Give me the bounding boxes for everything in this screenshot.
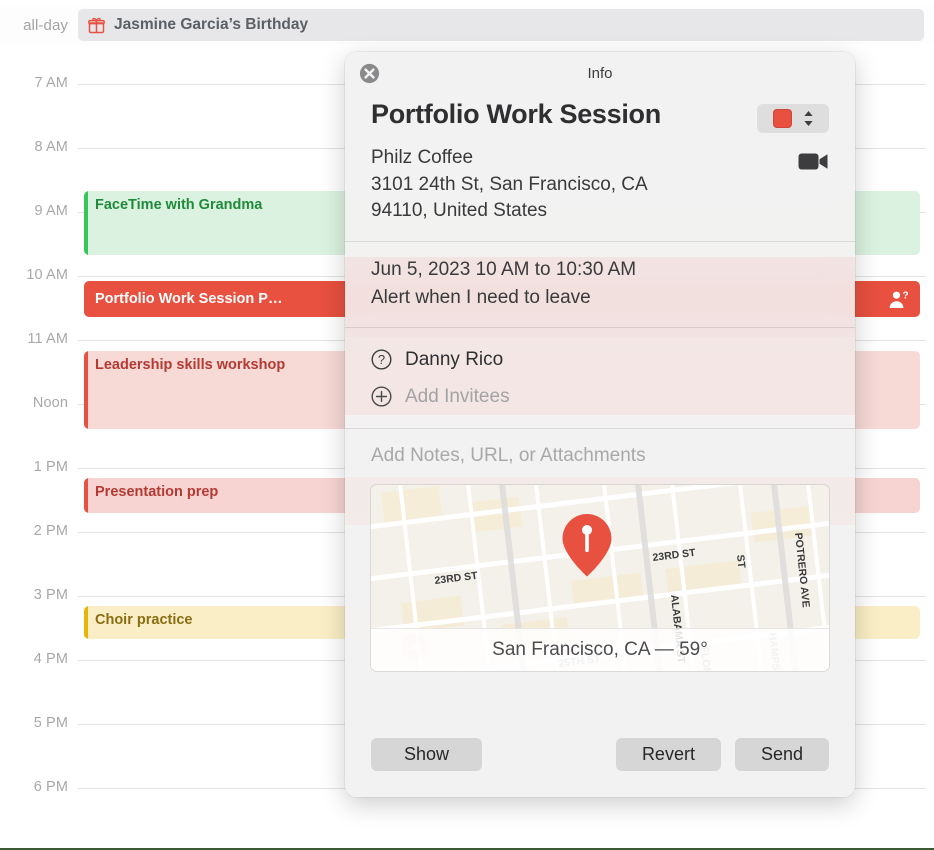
popover-when-section[interactable]: Jun 5, 2023 10 AM to 10:30 AM Alert when… (345, 242, 855, 327)
add-invitees-label: Add Invitees (405, 385, 510, 407)
calendar-color-picker[interactable] (757, 104, 829, 133)
event-title: FaceTime with Grandma (95, 197, 263, 213)
event-title: Choir practice (95, 612, 193, 628)
hour-label: 7 AM (34, 75, 68, 91)
close-icon[interactable] (359, 63, 380, 84)
popover-notes-section[interactable]: Add Notes, URL, or Attachments (345, 429, 855, 467)
send-button[interactable]: Send (734, 738, 829, 771)
plus-circle-icon (371, 386, 392, 407)
hour-row: 6 PM (0, 779, 934, 850)
hour-label: 11 AM (27, 331, 68, 347)
location-name: Philz Coffee (371, 147, 474, 168)
event-color-bar (84, 606, 88, 639)
svg-text:?: ? (378, 352, 385, 367)
calendar-color-swatch (772, 109, 792, 128)
location-address-line-2: 94110, United States (371, 200, 548, 222)
location-address-line-1: 3101 24th St, San Francisco, CA (371, 173, 648, 195)
chevron-up-down-icon (803, 111, 813, 126)
hour-label: 1 PM (33, 459, 68, 475)
popover-titlebar: Info (345, 52, 855, 94)
map-street-label: ST (734, 554, 747, 569)
event-alert: Alert when I need to leave (371, 286, 591, 308)
popover-event-title[interactable]: Portfolio Work Session (371, 98, 661, 131)
popover-location-block[interactable]: Philz Coffee 3101 24th St, San Francisco… (371, 145, 648, 225)
popover-title: Info (587, 64, 613, 82)
hour-label: 10 AM (26, 267, 68, 283)
event-date-time: Jun 5, 2023 10 AM to 10:30 AM (371, 258, 637, 280)
event-color-bar (84, 191, 88, 255)
map-location-weather: San Francisco, CA — 59° (492, 639, 708, 660)
hour-label: 3 PM (33, 587, 68, 603)
question-mark-circle-icon: ? (371, 349, 392, 370)
hour-label: 5 PM (33, 715, 68, 731)
calendar-day-view: all-day Jasmine Garcia’s Birthday 7 AM 8… (0, 0, 934, 850)
revert-button[interactable]: Revert (615, 738, 721, 771)
event-title: Leadership skills workshop (95, 357, 286, 373)
event-color-bar (84, 478, 88, 513)
event-title: Portfolio Work Session P… (95, 290, 283, 307)
hour-label: 4 PM (33, 651, 68, 667)
video-camera-icon[interactable] (798, 151, 829, 172)
hour-label: 9 AM (34, 203, 68, 219)
all-day-row: all-day Jasmine Garcia’s Birthday (0, 6, 934, 44)
notes-placeholder: Add Notes, URL, or Attachments (371, 445, 646, 466)
hour-label: Noon (32, 395, 68, 411)
hour-label: 8 AM (34, 139, 68, 155)
all-day-event-birthday[interactable]: Jasmine Garcia’s Birthday (78, 9, 924, 41)
invitee-status-icon: ? (889, 290, 909, 308)
hour-label: 6 PM (33, 779, 68, 795)
map-footer: San Francisco, CA — 59° (371, 628, 829, 671)
all-day-label: all-day (23, 16, 68, 34)
invitee-name: Danny Rico (405, 348, 504, 370)
invitee-row[interactable]: ? Danny Rico (371, 341, 829, 378)
location-map[interactable]: 23RD ST 23RD ST ALABAMA ST FLORIDA ST ST… (371, 485, 829, 671)
all-day-event-title: Jasmine Garcia’s Birthday (114, 16, 309, 33)
popover-invitees-section: ? Danny Rico Add Invitees (345, 328, 855, 428)
popover-button-row: Show Revert Send (371, 738, 829, 771)
hour-label: 2 PM (33, 523, 68, 539)
svg-text:?: ? (903, 290, 909, 301)
add-invitees-row[interactable]: Add Invitees (371, 378, 829, 415)
show-button[interactable]: Show (371, 738, 483, 771)
gift-icon (88, 17, 105, 33)
event-info-popover: Info Portfolio Work Session Philz Coffee… (345, 52, 855, 797)
event-title: Presentation prep (95, 484, 219, 500)
event-color-bar (84, 351, 88, 429)
